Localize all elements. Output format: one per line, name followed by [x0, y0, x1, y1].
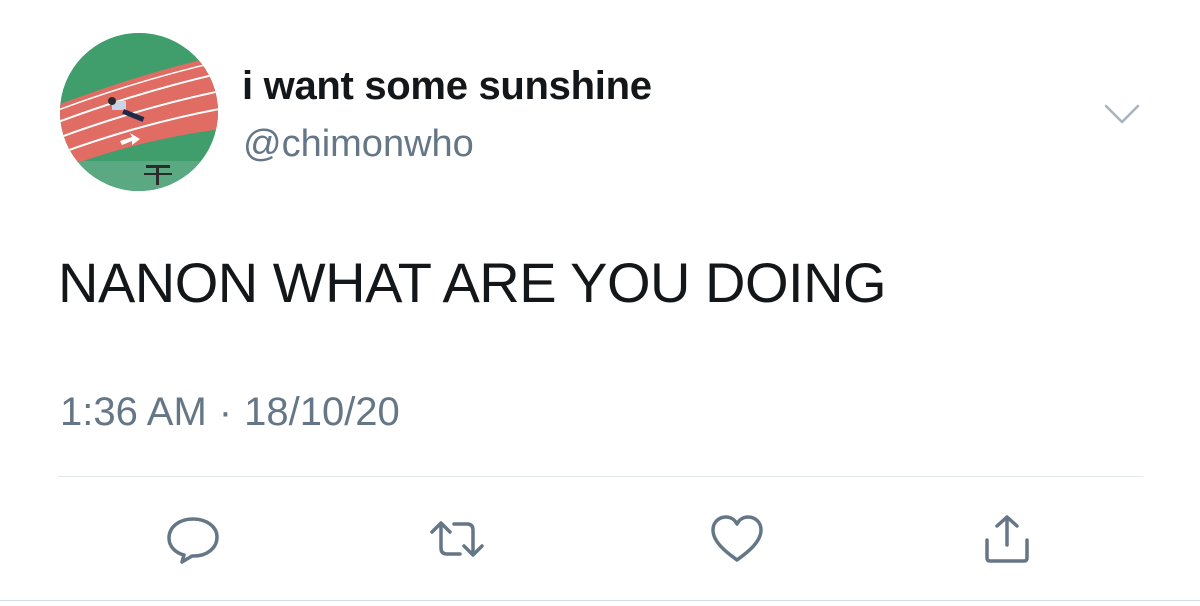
tweet-timestamp[interactable]: 1:36 AM · 18/10/20 [60, 390, 400, 435]
author-handle[interactable]: @chimonwho [243, 123, 474, 166]
tweet-text: NANON WHAT ARE YOU DOING [58, 251, 887, 314]
reply-button[interactable] [164, 514, 222, 564]
actions-divider [58, 476, 1143, 477]
timestamp-separator: · [218, 390, 233, 434]
reply-icon [167, 517, 219, 564]
retweet-button[interactable] [428, 514, 486, 564]
chevron-down-icon[interactable] [1100, 100, 1144, 130]
tweet-date: 18/10/20 [244, 390, 400, 434]
author-avatar[interactable] [60, 33, 218, 191]
tweet-card: i want some sunshine @chimonwho NANON WH… [0, 0, 1200, 606]
avatar-photo [60, 33, 218, 191]
share-button[interactable] [978, 514, 1036, 564]
retweet-icon [430, 521, 484, 557]
heart-icon [711, 515, 763, 562]
author-display-name[interactable]: i want some sunshine [242, 64, 652, 109]
tweet-time: 1:36 AM [60, 390, 207, 434]
share-icon [985, 515, 1029, 563]
like-button[interactable] [708, 514, 766, 564]
bottom-divider [0, 600, 1200, 601]
